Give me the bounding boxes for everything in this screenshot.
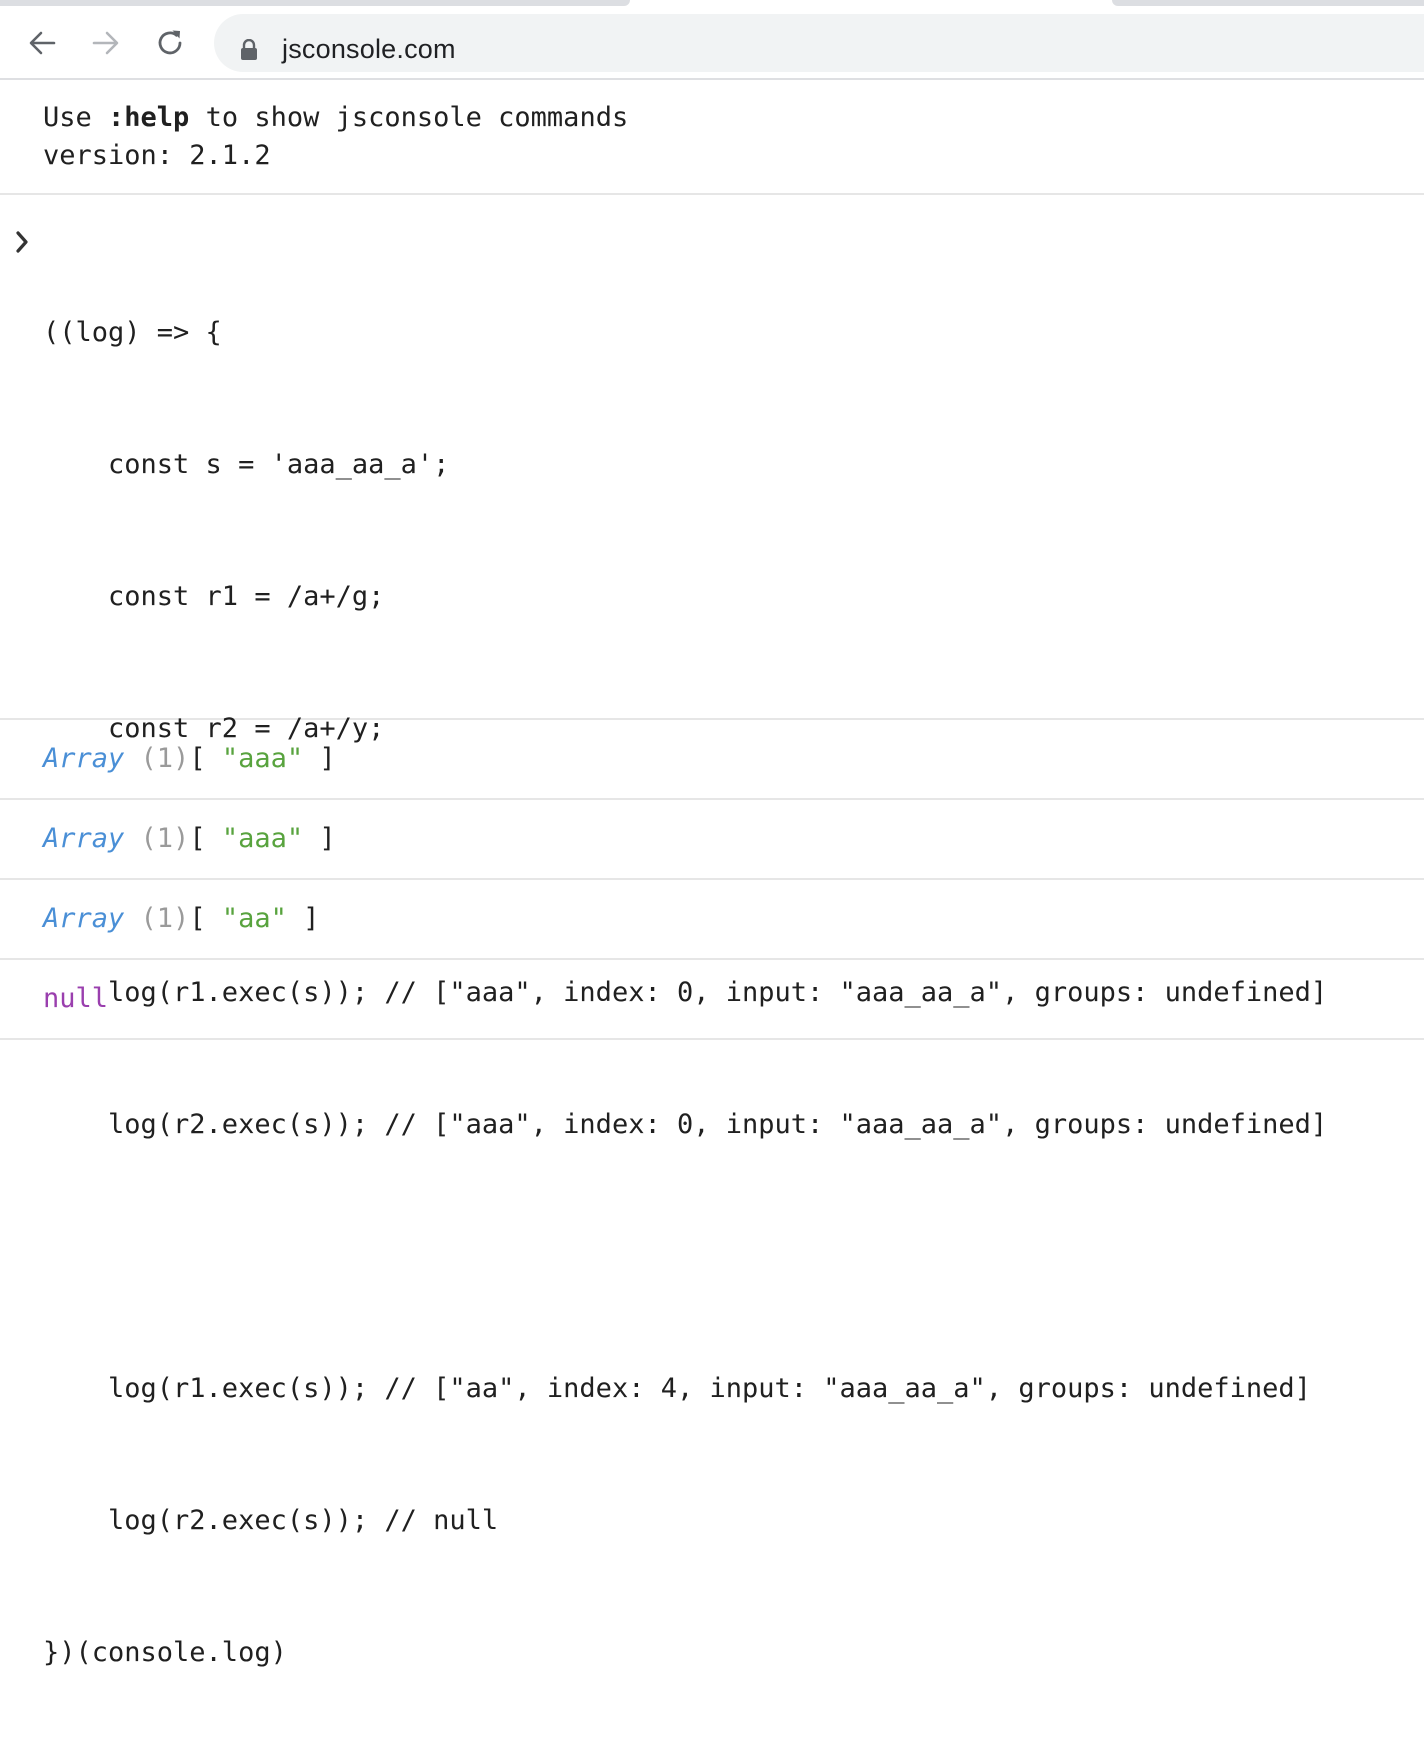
output-count: (1) — [140, 903, 190, 934]
console-output-row[interactable]: Array (1)[ "aaa" ] — [0, 800, 1424, 880]
bracket-close: ] — [303, 823, 336, 854]
bracket-open: [ — [189, 743, 222, 774]
url-text[interactable]: jsconsole.com — [282, 34, 456, 65]
output-count: (1) — [140, 743, 190, 774]
reload-button[interactable] — [152, 25, 188, 61]
inactive-tab-right[interactable] — [1112, 0, 1424, 6]
array-output: Array (1)[ "aaa" ] — [43, 743, 336, 774]
bracket-close: ] — [286, 903, 320, 934]
output-type: Array — [43, 743, 125, 774]
code-line: const s = 'aaa_aa_a'; — [43, 449, 450, 480]
arrow-right-icon — [92, 31, 119, 55]
arrow-left-icon — [29, 31, 56, 55]
string-value: "aaa" — [221, 823, 304, 854]
help-hint-suffix: to show jsconsole commands — [189, 102, 629, 133]
code-line: log(r1.exec(s)); // ["aa", index: 4, inp… — [43, 1373, 1311, 1404]
code-line: })(console.log) — [43, 1637, 287, 1668]
console-output-row[interactable]: Array (1)[ "aa" ] — [0, 880, 1424, 960]
browser-toolbar: jsconsole.com — [0, 8, 1424, 80]
output-type: Array — [43, 903, 125, 934]
tab-strip — [0, 0, 1424, 8]
bracket-open: [ — [189, 903, 222, 934]
output-type: Array — [43, 823, 125, 854]
console-input-entry[interactable]: ((log) => { const s = 'aaa_aa_a'; const … — [0, 195, 1424, 1668]
back-button[interactable] — [24, 25, 60, 61]
welcome-message: Use :help to show jsconsole commands ver… — [0, 80, 1424, 195]
array-output: Array (1)[ "aaa" ] — [43, 823, 336, 854]
string-value: "aaa" — [221, 743, 304, 774]
console-panel: Use :help to show jsconsole commands ver… — [0, 80, 1424, 1668]
chevron-right-icon — [16, 231, 28, 253]
help-hint-prefix: Use — [43, 102, 109, 133]
console-output-row[interactable]: null — [0, 960, 1424, 1040]
code-line: log(r2.exec(s)); // ["aaa", index: 0, in… — [43, 1109, 1328, 1140]
code-line: log(r2.exec(s)); // null — [43, 1505, 499, 1536]
null-output: null — [43, 983, 109, 1014]
bracket-open: [ — [189, 823, 222, 854]
bracket-close: ] — [303, 743, 336, 774]
version-text: version: 2.1.2 — [43, 140, 271, 171]
code-line: const r1 = /a+/g; — [43, 581, 385, 612]
string-value: "aa" — [221, 903, 287, 934]
forward-button[interactable] — [88, 25, 124, 61]
help-command: :help — [108, 102, 190, 133]
inactive-tab-left[interactable] — [0, 0, 630, 6]
reload-icon — [158, 30, 182, 55]
help-hint: Use :help to show jsconsole commands — [43, 102, 628, 133]
code-line: ((log) => { — [43, 317, 222, 348]
array-output: Array (1)[ "aa" ] — [43, 903, 319, 934]
console-output-row[interactable]: Array (1)[ "aaa" ] — [0, 720, 1424, 800]
lock-icon[interactable] — [240, 39, 258, 61]
output-count: (1) — [140, 823, 190, 854]
